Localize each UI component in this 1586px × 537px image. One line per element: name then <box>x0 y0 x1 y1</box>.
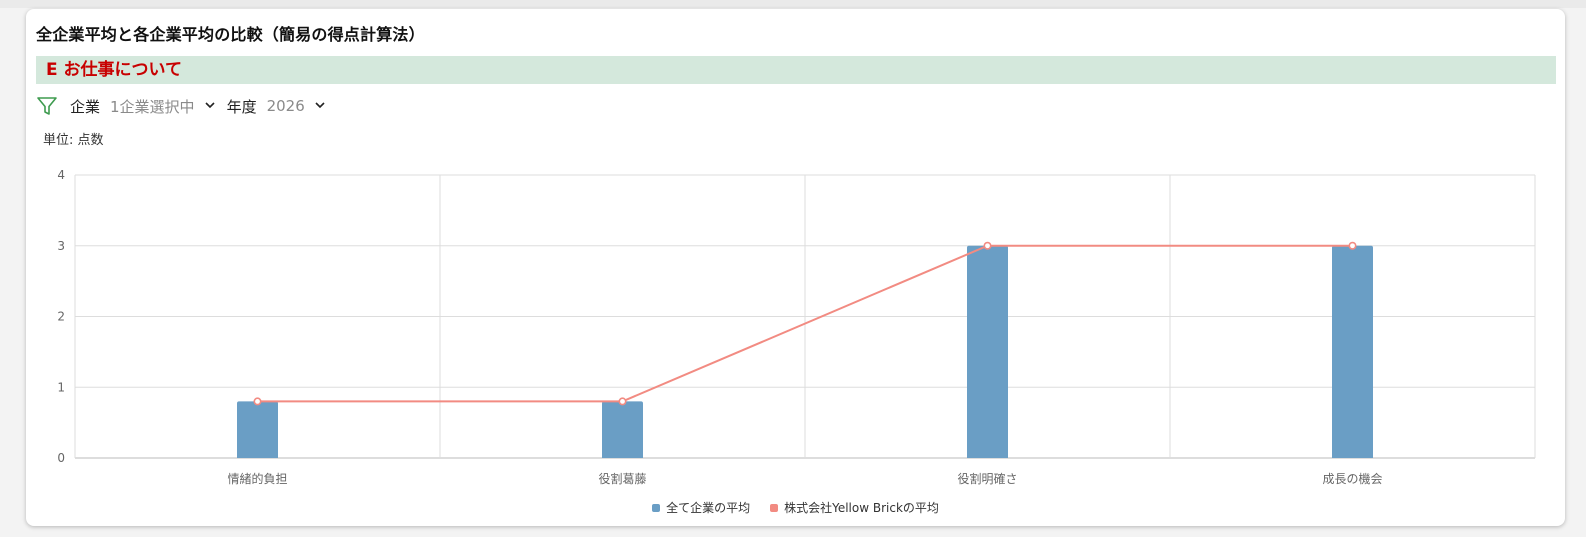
chart-card: 全企業平均と各企業平均の比較（簡易の得点計算法） E お仕事について 企業 1企… <box>26 9 1565 526</box>
y-tick-label: 1 <box>57 380 65 394</box>
x-tick-label: 情緒的負担 <box>227 471 287 486</box>
legend-item-company[interactable]: 株式会社Yellow Brickの平均 <box>770 499 939 516</box>
chart-legend: 全て企業の平均 株式会社Yellow Brickの平均 <box>26 499 1565 516</box>
line-point <box>618 397 627 406</box>
bar <box>237 401 278 458</box>
legend-label: 全て企業の平均 <box>666 501 751 515</box>
line-point <box>253 397 262 406</box>
y-tick-label: 2 <box>57 310 65 324</box>
x-tick-label: 役割葛藤 <box>598 471 646 486</box>
y-tick-label: 3 <box>57 239 65 253</box>
bar-line-chart: 0 1 2 3 4 情緒的負担 役割葛藤 役割明確さ 成長の機会 <box>57 168 1536 486</box>
bar <box>602 401 643 458</box>
top-strip <box>0 0 1586 8</box>
legend-label: 株式会社Yellow Brickの平均 <box>784 501 939 515</box>
line-point <box>983 241 992 250</box>
bar <box>1332 245 1373 458</box>
bar <box>967 245 1008 458</box>
x-tick-label: 成長の機会 <box>1322 471 1382 486</box>
y-tick-label: 4 <box>57 168 65 182</box>
x-tick-label: 役割明確さ <box>957 471 1017 486</box>
legend-swatch-bar <box>652 503 661 512</box>
line-point <box>1348 241 1357 250</box>
legend-item-all-companies[interactable]: 全て企業の平均 <box>652 499 750 516</box>
y-tick-label: 0 <box>57 451 65 465</box>
legend-swatch-line <box>770 503 779 512</box>
